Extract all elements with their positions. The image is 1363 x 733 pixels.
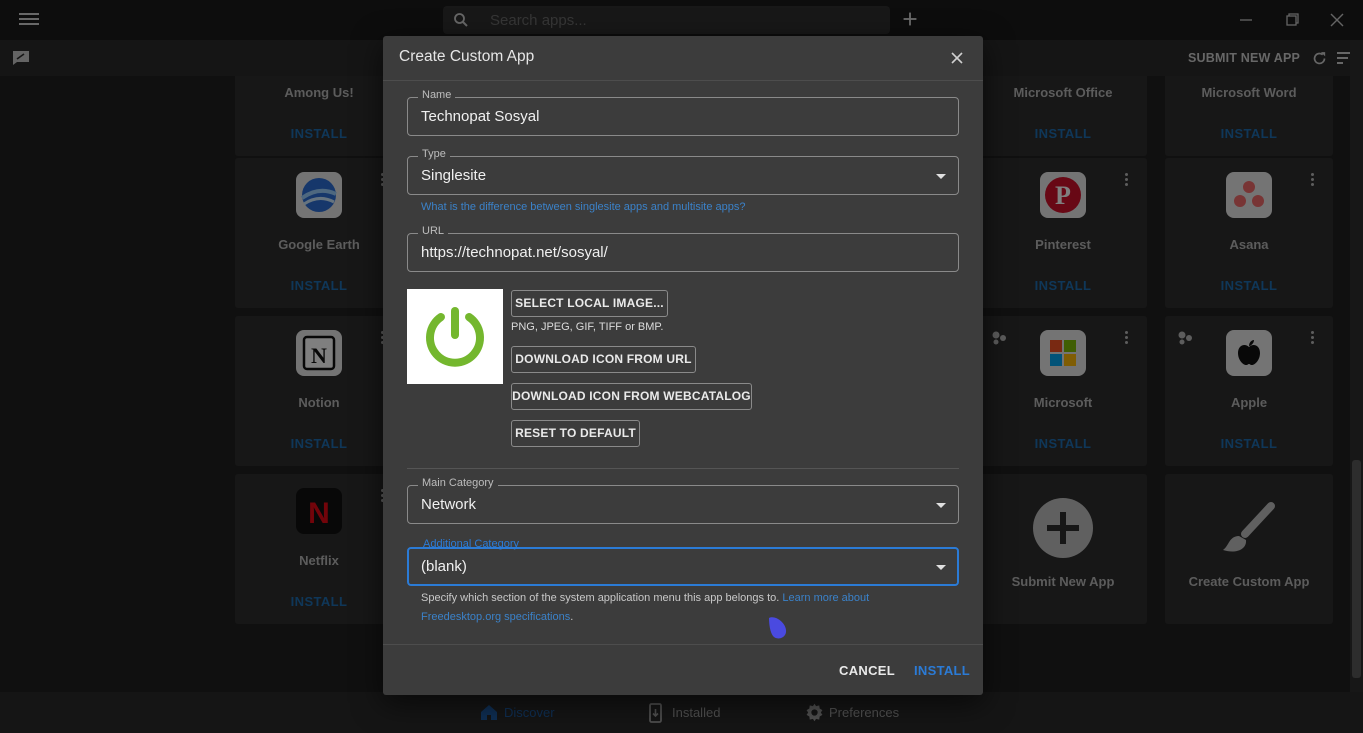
additional-category-value: (blank) [421, 558, 467, 575]
type-select[interactable]: Type Singlesite [407, 148, 959, 195]
power-icon [426, 307, 484, 367]
dropdown-arrow-icon [936, 174, 946, 179]
additional-category-label: Additional Category [423, 538, 520, 550]
reset-to-default-button[interactable]: RESET TO DEFAULT [511, 420, 640, 447]
additional-category-select[interactable]: Additional Category (blank) [407, 538, 959, 586]
dialog-title: Create Custom App [399, 48, 535, 65]
name-label: Name [418, 89, 456, 101]
install-submit-button[interactable]: INSTALL [914, 663, 970, 678]
download-icon-webcatalog-button[interactable]: DOWNLOAD ICON FROM WEBCATALOG [511, 383, 752, 410]
dialog-footer-divider [383, 644, 983, 645]
main-category-value: Network [421, 496, 477, 513]
category-help-description: Specify which section of the system appl… [421, 592, 783, 604]
image-formats-hint: PNG, JPEG, GIF, TIFF or BMP. [511, 321, 664, 333]
category-help-text: Specify which section of the system appl… [421, 589, 941, 627]
main-category-label: Main Category [418, 477, 498, 489]
type-value: Singlesite [421, 167, 487, 184]
mouse-cursor-icon [769, 617, 787, 639]
dropdown-arrow-icon [936, 565, 946, 570]
type-help-link[interactable]: What is the difference between singlesit… [421, 201, 746, 213]
main-category-select[interactable]: Main Category Network [407, 477, 959, 524]
type-label: Type [418, 148, 450, 160]
dropdown-arrow-icon [936, 503, 946, 508]
cancel-button[interactable]: CANCEL [839, 663, 895, 678]
section-divider [407, 468, 959, 469]
dialog-divider [383, 80, 983, 81]
app-icon-preview [407, 289, 503, 384]
url-label: URL [418, 225, 449, 237]
download-icon-url-button[interactable]: DOWNLOAD ICON FROM URL [511, 346, 696, 373]
select-local-image-button[interactable]: SELECT LOCAL IMAGE... [511, 290, 668, 317]
url-field[interactable]: URL https://technopat.net/sosyal/ [407, 225, 959, 272]
name-value: Technopat Sosyal [421, 108, 540, 125]
category-help-end: . [570, 611, 574, 623]
close-icon[interactable] [949, 50, 965, 66]
create-custom-app-dialog: Create Custom App Name Technopat Sosyal … [383, 36, 983, 695]
url-value: https://technopat.net/sosyal/ [421, 244, 608, 261]
name-field[interactable]: Name Technopat Sosyal [407, 89, 959, 136]
